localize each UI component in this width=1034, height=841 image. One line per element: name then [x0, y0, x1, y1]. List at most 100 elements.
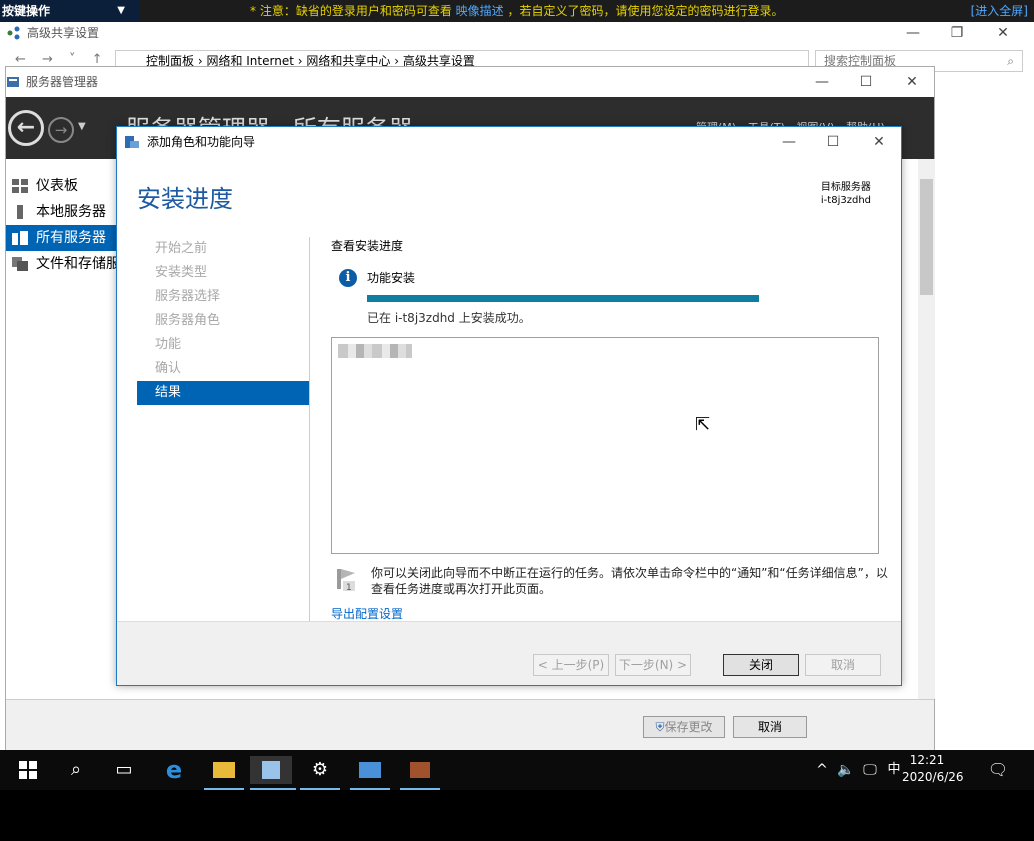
- forward-arrow-icon[interactable]: →: [48, 117, 74, 143]
- previous-button[interactable]: < 上一步(P): [533, 654, 609, 676]
- maximize-button[interactable]: ☐: [811, 131, 855, 153]
- wizard-footer: < 上一步(P) 下一步(N) > 关闭 取消: [117, 621, 901, 685]
- section-label: 查看安装进度: [331, 239, 404, 253]
- results-list[interactable]: [331, 337, 879, 554]
- server-manager-taskbar-icon[interactable]: [250, 756, 292, 784]
- nav-label: 文件和存储服务: [36, 256, 118, 272]
- target-server-name: i-t8j3zdhd: [820, 195, 871, 206]
- close-button[interactable]: ✕: [857, 131, 901, 153]
- file-explorer-icon[interactable]: [210, 756, 238, 784]
- minimize-button[interactable]: —: [800, 71, 844, 93]
- notice-prefix: * 注意：缺省的登录用户和密码可查看: [250, 4, 452, 18]
- divider: [309, 237, 310, 623]
- install-progress-bar: [367, 295, 759, 302]
- dashboard-icon: [12, 179, 28, 193]
- clock-time: 12:21: [909, 753, 945, 767]
- server-manager-titlebar: 服务器管理器 — ☐ ✕: [6, 67, 934, 97]
- maximize-button[interactable]: ☐: [844, 71, 888, 93]
- server-manager-footer: ⛨保存更改 取消: [6, 699, 934, 751]
- settings-indicator: [300, 788, 340, 790]
- control-panel-icon[interactable]: [356, 756, 384, 784]
- nav-label: 仪表板: [36, 178, 78, 194]
- target-server-label: 目标服务器: [820, 182, 871, 193]
- feature-install-label: 功能安装: [367, 271, 416, 285]
- control-panel-indicator: [350, 788, 390, 790]
- internet-explorer-icon[interactable]: e: [160, 756, 188, 784]
- close-wizard-note: 你可以关闭此向导而不中断正在运行的任务。请依次单击命令栏中的“通知”和“任务详细…: [371, 566, 888, 596]
- scrollbar-thumb[interactable]: [920, 179, 933, 295]
- notice-suffix: ，若自定义了密码，请使用您设定的密码进行登录。: [507, 4, 784, 18]
- step-installation-type: 安装类型: [155, 265, 208, 280]
- toolbox-icon[interactable]: [406, 756, 434, 784]
- key-operation-label: 按键操作: [2, 4, 51, 18]
- step-server-roles: 服务器角色: [155, 313, 221, 328]
- wizard-title: 添加角色和功能向导: [147, 135, 256, 149]
- settings-gear-icon[interactable]: ⚙: [306, 756, 334, 784]
- restore-button[interactable]: ❐: [935, 22, 979, 44]
- task-view-icon[interactable]: ▭: [110, 756, 138, 784]
- file-explorer-indicator: [204, 788, 244, 790]
- install-status-text: 已在 i-t8j3zdhd 上安装成功。: [367, 311, 531, 325]
- info-icon: i: [339, 269, 357, 287]
- step-results[interactable]: 结果: [137, 381, 309, 405]
- shield-icon: ⛨: [655, 720, 665, 734]
- close-button[interactable]: ✕: [890, 71, 934, 93]
- export-config-link[interactable]: 导出配置设置: [331, 605, 403, 622]
- progress-fill: [367, 295, 759, 302]
- next-button[interactable]: 下一步(N) >: [615, 654, 691, 676]
- scrollbar[interactable]: [918, 159, 935, 699]
- clock-date: 2020/6/26: [902, 770, 964, 784]
- nav-arrows-icon[interactable]: ← → ˅ ↑: [15, 52, 109, 67]
- save-changes-label: 保存更改: [664, 720, 713, 734]
- minimize-button[interactable]: —: [767, 131, 811, 153]
- page-title: 安装进度: [137, 185, 233, 213]
- login-notice: * 注意：缺省的登录用户和密码可查看 映像描述 ，若自定义了密码，请使用您设定的…: [250, 0, 784, 22]
- notice-bar: 按键操作 ▼ * 注意：缺省的登录用户和密码可查看 映像描述 ，若自定义了密码，…: [0, 0, 1034, 22]
- nav-label: 本地服务器: [36, 204, 106, 220]
- step-features: 功能: [155, 337, 182, 352]
- wizard-icon: [125, 136, 139, 148]
- nav-item-all-servers[interactable]: 所有服务器: [6, 225, 118, 251]
- back-arrow-icon[interactable]: ←: [8, 110, 44, 146]
- dropdown-arrow-icon: ▼: [117, 5, 125, 16]
- nav-item-local-server[interactable]: 本地服务器: [6, 199, 118, 225]
- cancel-button[interactable]: 取消: [733, 716, 807, 738]
- blurred-result-item: [338, 344, 412, 358]
- fullscreen-link[interactable]: [进入全屏]: [971, 0, 1028, 22]
- control-panel-titlebar: 高级共享设置 — ❐ ✕: [5, 22, 1027, 44]
- svg-text:1: 1: [346, 583, 352, 591]
- control-panel-title: 高级共享设置: [27, 26, 100, 40]
- action-center-icon[interactable]: 🗨: [984, 756, 1012, 784]
- taskbar: ⌕ ▭ e ⚙ ^ 🔈 🖵 中 12:21 2020/6/26 🗨: [0, 750, 1034, 790]
- nav-item-dashboard[interactable]: 仪表板: [6, 173, 118, 199]
- windows-logo-icon: [19, 761, 37, 779]
- history-dropdown-icon[interactable]: ▼: [78, 121, 86, 132]
- add-roles-wizard-dialog: 添加角色和功能向导 — ☐ ✕ 安装进度 目标服务器 i-t8j3zdhd 开始…: [116, 126, 902, 686]
- image-description-link[interactable]: 映像描述: [456, 4, 504, 18]
- step-before-you-begin: 开始之前: [155, 241, 208, 256]
- key-operation-menu[interactable]: 按键操作 ▼: [0, 0, 139, 22]
- step-confirmation: 确认: [155, 361, 182, 376]
- server-manager-title: 服务器管理器: [26, 75, 99, 89]
- nav-item-storage[interactable]: 文件和存储服务: [6, 251, 118, 277]
- server-manager-nav: 仪表板 本地服务器 所有服务器 文件和存储服务: [6, 159, 118, 699]
- target-server-info: 目标服务器 i-t8j3zdhd: [821, 181, 871, 207]
- save-changes-button[interactable]: ⛨保存更改: [643, 716, 725, 738]
- close-wizard-button[interactable]: 关闭: [723, 654, 799, 676]
- wizard-content: 查看安装进度 i 功能安装 已在 i-t8j3zdhd 上安装成功。 ⇱ 1 你…: [331, 237, 891, 637]
- server-manager-indicator: [250, 788, 296, 790]
- local-server-icon: [17, 205, 23, 219]
- storage-icon: [12, 257, 28, 271]
- search-icon[interactable]: ⌕: [62, 756, 90, 784]
- close-button[interactable]: ✕: [981, 22, 1025, 44]
- toolbox-indicator: [400, 788, 440, 790]
- nav-label: 所有服务器: [36, 230, 106, 246]
- wizard-titlebar: 添加角色和功能向导 — ☐ ✕: [117, 127, 901, 157]
- notification-flag-icon: 1: [337, 569, 355, 591]
- network-icon: [7, 26, 20, 40]
- minimize-button[interactable]: —: [891, 22, 935, 44]
- clock[interactable]: 12:21 2020/6/26: [902, 752, 964, 786]
- search-icon: ⌕: [1007, 54, 1014, 68]
- cancel-wizard-button[interactable]: 取消: [805, 654, 881, 676]
- start-button[interactable]: [14, 756, 42, 784]
